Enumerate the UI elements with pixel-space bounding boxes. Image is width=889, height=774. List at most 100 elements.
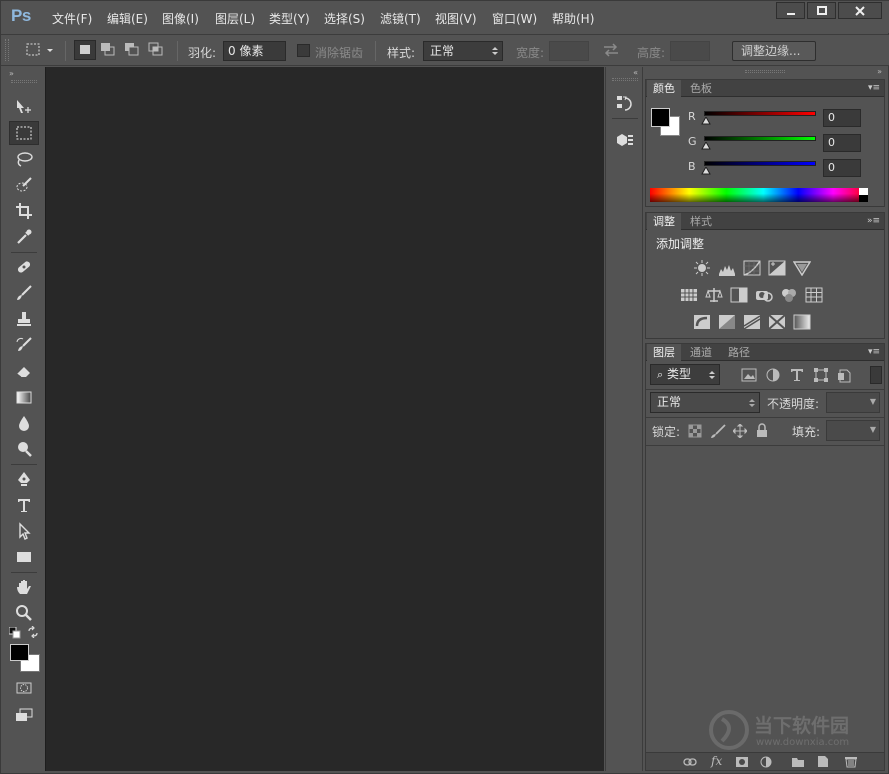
clone-stamp-tool[interactable] — [5, 307, 43, 331]
feather-input[interactable]: 0 像素 — [223, 41, 286, 61]
path-selection-tool[interactable] — [5, 519, 43, 543]
tab-swatches[interactable]: 色板 — [684, 80, 718, 97]
swap-colors-button[interactable] — [27, 625, 39, 641]
tab-adjustments[interactable]: 调整 — [647, 213, 681, 230]
threshold-icon[interactable] — [743, 314, 761, 330]
minimize-button[interactable] — [776, 2, 805, 19]
fx-icon[interactable]: fx — [711, 754, 722, 768]
collapse-tools-icon[interactable]: » — [9, 69, 14, 78]
menu-edit[interactable]: 编辑(E) — [107, 10, 148, 27]
menu-view[interactable]: 视图(V) — [435, 10, 477, 27]
swap-dimensions-button[interactable] — [603, 43, 619, 60]
panel-menu-icon[interactable]: ▾≡ — [868, 83, 880, 93]
maximize-button[interactable] — [807, 2, 836, 19]
hue-saturation-icon[interactable] — [680, 287, 698, 303]
trash-icon[interactable] — [844, 755, 858, 768]
g-slider-track[interactable] — [704, 136, 816, 141]
layer-filter-select[interactable]: ⌕ 类型 — [650, 364, 720, 385]
dock-grip[interactable] — [612, 78, 638, 81]
hand-tool[interactable] — [5, 575, 43, 599]
menu-window[interactable]: 窗口(W) — [492, 10, 537, 27]
blur-tool[interactable] — [5, 411, 43, 435]
quick-selection-tool[interactable] — [5, 173, 43, 197]
tools-grip[interactable] — [11, 80, 37, 83]
r-slider-thumb[interactable] — [701, 117, 711, 125]
type-layer-filter-icon[interactable] — [788, 367, 806, 383]
close-button[interactable] — [838, 2, 882, 19]
color-balance-icon[interactable] — [705, 287, 723, 303]
menu-file[interactable]: 文件(F) — [52, 10, 92, 27]
link-layers-icon[interactable] — [683, 756, 697, 768]
tab-styles[interactable]: 样式 — [684, 213, 718, 230]
r-slider-track[interactable] — [704, 111, 816, 116]
shape-layer-filter-icon[interactable] — [812, 367, 830, 383]
color-fg-swatch[interactable] — [651, 108, 670, 127]
b-slider-track[interactable] — [704, 161, 816, 166]
selective-color-icon[interactable] — [768, 314, 786, 330]
menu-image[interactable]: 图像(I) — [162, 10, 199, 27]
new-adjustment-layer-icon[interactable] — [759, 756, 773, 768]
new-layer-icon[interactable] — [816, 755, 830, 768]
exposure-icon[interactable] — [768, 260, 786, 276]
tab-channels[interactable]: 通道 — [684, 344, 718, 361]
type-tool[interactable] — [5, 493, 43, 517]
gradient-tool[interactable] — [5, 385, 43, 409]
eraser-tool[interactable] — [5, 359, 43, 383]
antialias-checkbox[interactable] — [297, 44, 310, 57]
lock-position-icon[interactable] — [733, 424, 747, 438]
channel-mixer-icon[interactable] — [780, 287, 798, 303]
invert-icon[interactable] — [693, 314, 711, 330]
properties-panel-button[interactable] — [615, 131, 635, 152]
blend-mode-select[interactable]: 正常 — [650, 392, 760, 413]
layers-list[interactable] — [646, 446, 884, 751]
tab-color[interactable]: 颜色 — [647, 80, 681, 97]
menu-help[interactable]: 帮助(H) — [552, 10, 594, 27]
history-panel-button[interactable] — [615, 93, 635, 116]
white-swatch[interactable] — [859, 188, 868, 195]
layer-mask-icon[interactable] — [735, 756, 749, 768]
style-select[interactable]: 正常 — [423, 41, 503, 61]
brush-tool[interactable] — [5, 281, 43, 305]
screen-mode-button[interactable] — [5, 703, 43, 727]
levels-icon[interactable] — [718, 260, 736, 276]
tab-layers[interactable]: 图层 — [647, 344, 681, 361]
fill-input[interactable]: ▼ — [826, 420, 880, 441]
lasso-tool[interactable] — [5, 147, 43, 171]
height-input[interactable] — [670, 41, 710, 61]
brightness-contrast-icon[interactable] — [693, 260, 711, 276]
new-group-icon[interactable] — [791, 756, 805, 768]
width-input[interactable] — [549, 41, 589, 61]
history-brush-tool[interactable] — [5, 333, 43, 357]
marquee-tool[interactable] — [9, 121, 39, 145]
expand-dock-icon[interactable]: « — [633, 68, 638, 77]
refine-edge-button[interactable]: 调整边缘... — [732, 41, 816, 61]
add-selection-button[interactable] — [98, 40, 120, 60]
smart-object-filter-icon[interactable] — [836, 367, 854, 383]
curves-icon[interactable] — [743, 260, 761, 276]
lock-pixels-icon[interactable] — [710, 424, 726, 438]
panels-grip[interactable] — [745, 70, 785, 73]
g-value-input[interactable]: 0 — [823, 134, 861, 152]
options-grip[interactable] — [5, 39, 9, 61]
menu-type[interactable]: 类型(Y) — [269, 10, 310, 27]
subtract-selection-button[interactable] — [122, 40, 144, 60]
adjustment-layer-filter-icon[interactable] — [764, 367, 782, 383]
quick-mask-button[interactable] — [5, 676, 43, 700]
r-value-input[interactable]: 0 — [823, 109, 861, 127]
lock-all-icon[interactable] — [756, 423, 768, 438]
tool-preset-picker[interactable] — [25, 42, 55, 61]
menu-select[interactable]: 选择(S) — [324, 10, 365, 27]
b-value-input[interactable]: 0 — [823, 159, 861, 177]
panel-menu-icon[interactable]: ▾≡ — [868, 347, 880, 357]
pixel-layer-filter-icon[interactable] — [740, 367, 758, 383]
zoom-tool[interactable] — [5, 601, 43, 625]
intersect-selection-button[interactable] — [146, 40, 168, 60]
new-selection-button[interactable] — [74, 40, 96, 60]
rectangle-tool[interactable] — [5, 545, 43, 569]
black-white-icon[interactable] — [730, 287, 748, 303]
default-colors-button[interactable] — [8, 626, 21, 642]
menu-filter[interactable]: 滤镜(T) — [380, 10, 421, 27]
opacity-input[interactable]: ▼ — [826, 392, 880, 413]
dodge-tool[interactable] — [5, 437, 43, 461]
healing-brush-tool[interactable] — [5, 255, 43, 279]
